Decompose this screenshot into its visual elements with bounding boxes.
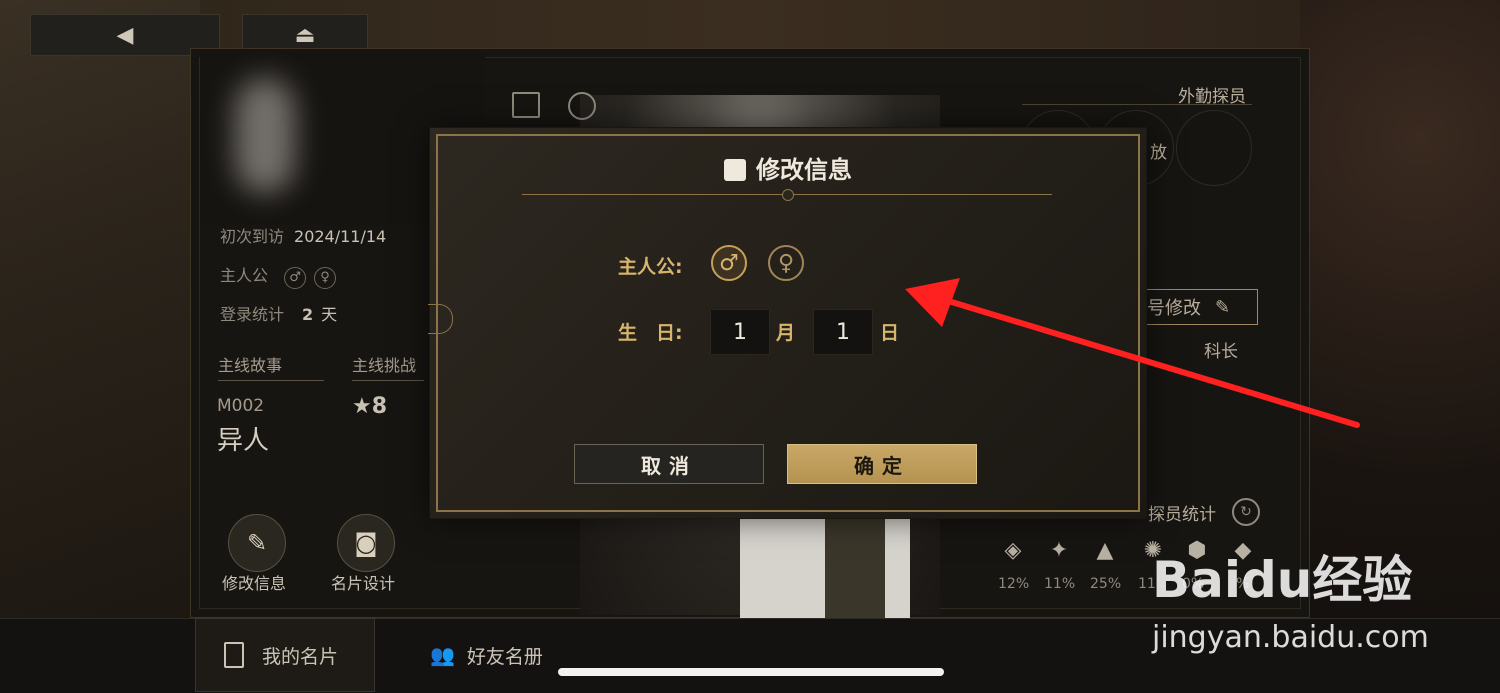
edit-info-label: 修改信息 <box>222 574 287 593</box>
male-option[interactable]: ♂ <box>711 245 747 281</box>
camera-icon: ◙ <box>354 529 378 557</box>
birthday-label: 生 日: <box>618 322 683 344</box>
blurred-avatar <box>235 78 295 193</box>
share-icon[interactable] <box>568 92 596 120</box>
main-challenge-heading: 主线挑战 <box>352 352 424 381</box>
rank-edit-button[interactable]: 号修改 ✎ <box>1140 289 1258 325</box>
protagonist-label: 主人公: <box>618 256 683 278</box>
stat-percent-3: 25% <box>1090 576 1122 592</box>
back-icon: ◀ <box>116 22 134 48</box>
card-design-label: 名片设计 <box>331 574 396 593</box>
stat-icon-3: ▲ <box>1096 538 1114 563</box>
left-background-props <box>0 0 200 692</box>
birth-day-input[interactable]: 1 <box>813 309 873 355</box>
story-code: M002 <box>217 396 265 416</box>
stat-percent-2: 11% <box>1044 576 1076 592</box>
first-visit-label: 初次到访 <box>220 227 285 246</box>
pen-icon: ✎ <box>1215 296 1231 318</box>
male-icon: ♂ <box>284 267 307 289</box>
stat-percent-1: 12% <box>998 576 1030 592</box>
male-icon: ♂ <box>719 250 739 276</box>
friends-icon: 👥 <box>430 643 455 667</box>
modal-title-text: 修改信息 <box>756 156 852 184</box>
birth-month-input[interactable]: 1 <box>710 309 770 355</box>
document-icon[interactable] <box>512 92 540 118</box>
month-unit: 月 <box>776 322 796 344</box>
modal-title: 修改信息 <box>430 150 1146 185</box>
day-unit: 日 <box>880 322 900 344</box>
login-days-unit: 天 <box>321 305 338 324</box>
card-icon <box>224 642 244 668</box>
agent-slot-text: 放 <box>1150 143 1167 163</box>
edit-note-icon <box>724 159 746 181</box>
cancel-button[interactable]: 取消 <box>574 444 764 484</box>
title-divider-ornament <box>782 189 794 201</box>
top-background <box>0 0 1500 50</box>
login-stats-row: 登录统计 2 天 <box>220 301 337 325</box>
challenge-stars: ★8 <box>352 394 388 419</box>
baidu-watermark-url: jingyan.baidu.com <box>1152 620 1429 655</box>
modal-side-knob <box>428 304 453 334</box>
tab-my-card-label: 我的名片 <box>262 645 339 668</box>
home-indicator[interactable] <box>558 668 944 676</box>
edit-info-button[interactable]: ✎ <box>228 514 286 572</box>
edit-info-modal: 修改信息 主人公: ♂ ♀ 生 日: 1 月 1 日 取消 确定 <box>430 128 1146 518</box>
female-option[interactable]: ♀ <box>768 245 804 281</box>
main-story-heading: 主线故事 <box>218 352 324 381</box>
rank-title: 科长 <box>1204 342 1238 362</box>
tab-my-card[interactable]: 我的名片 <box>195 618 375 692</box>
female-icon: ♀ <box>777 250 795 276</box>
agent-stats-label: 探员统计 <box>1148 505 1216 525</box>
login-days-value: 2 <box>302 305 314 324</box>
stat-icon-1: ◈ <box>1004 538 1022 563</box>
tab-friends-label: 好友名册 <box>466 645 543 668</box>
female-icon: ♀ <box>314 267 337 289</box>
confirm-button[interactable]: 确定 <box>787 444 977 484</box>
protagonist-row: 主人公 ♂ ♀ <box>220 262 337 289</box>
character-tie <box>825 515 885 618</box>
menu-icon: ⏏ <box>294 22 316 48</box>
login-stats-label: 登录统计 <box>220 305 285 324</box>
tab-friends[interactable]: 👥 好友名册 <box>430 618 543 692</box>
edit-icon: ✎ <box>246 529 268 557</box>
first-visit-value: 2024/11/14 <box>294 227 387 246</box>
refresh-icon[interactable]: ↻ <box>1232 498 1260 526</box>
baidu-watermark-logo: Baidu经验 <box>1152 551 1413 609</box>
story-name: 异人 <box>217 426 270 456</box>
stat-icon-2: ✦ <box>1049 538 1069 563</box>
agent-slot-3[interactable] <box>1176 110 1252 186</box>
first-visit-row: 初次到访 2024/11/14 <box>220 223 386 247</box>
field-agent-label: 外勤探员 <box>1178 87 1246 107</box>
protagonist-label: 主人公 <box>220 266 269 285</box>
rank-edit-label: 号修改 <box>1147 298 1201 319</box>
card-design-button[interactable]: ◙ <box>337 514 395 572</box>
